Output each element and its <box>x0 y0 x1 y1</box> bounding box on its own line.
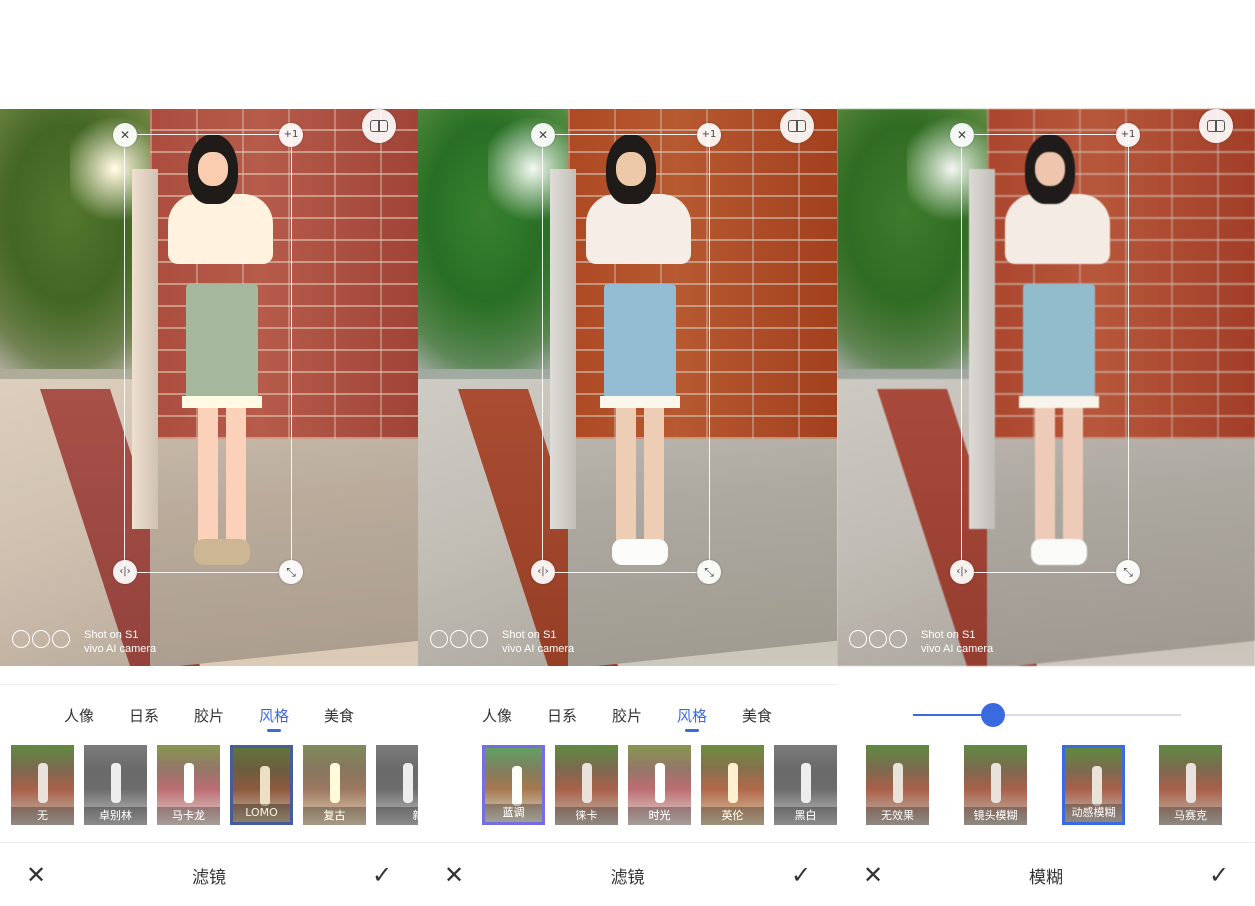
editor-panel-filter-1: ✕ +1 ‹|› ⤡ Shot on S1 vivo AI camera 人像 日… <box>0 0 418 906</box>
camera-lens-icon <box>849 630 915 652</box>
watermark-line2: vivo AI camera <box>921 643 994 655</box>
tab-film[interactable]: 胶片 <box>612 705 642 726</box>
confirm-button[interactable]: ✓ <box>368 861 396 889</box>
filter-label: LOMO <box>233 804 290 822</box>
add-layer-icon[interactable]: +1 <box>279 123 303 147</box>
sticker-frame[interactable]: ✕ +1 ‹|› ⤡ <box>531 123 721 584</box>
close-icon[interactable]: ✕ <box>950 123 974 147</box>
editor-panel-filter-2: ✕ +1 ‹|› ⤡ Shot on S1 vivo AI camera 人像 日… <box>418 0 837 906</box>
watermark-line2: vivo AI camera <box>502 643 575 655</box>
filter-thumbnails: 蓝调 徕卡 时光 英伦 黑白 <box>418 745 837 825</box>
filter-label: 无 <box>11 807 74 825</box>
add-layer-icon[interactable]: +1 <box>1116 123 1140 147</box>
filter-label: 新播 <box>376 807 418 825</box>
camera-lens-icon <box>12 630 78 652</box>
resize-icon[interactable]: ⤡ <box>697 560 721 584</box>
filter-thumb-bw[interactable]: 黑白 <box>774 745 837 825</box>
flip-icon[interactable]: ‹|› <box>113 560 137 584</box>
filter-thumb-leica[interactable]: 徕卡 <box>555 745 618 825</box>
compare-icon[interactable] <box>362 109 396 143</box>
filter-thumb-lomo[interactable]: LOMO <box>230 745 293 825</box>
filter-thumb-british[interactable]: 英伦 <box>701 745 764 825</box>
bottom-title: 滤镜 <box>610 868 645 888</box>
flip-icon[interactable]: ‹|› <box>950 560 974 584</box>
blur-thumb-lens[interactable]: 镜头模糊 <box>964 745 1027 825</box>
compare-icon[interactable] <box>780 109 814 143</box>
filter-label: 马卡龙 <box>157 807 220 825</box>
watermark-line2: vivo AI camera <box>84 643 157 655</box>
tab-food[interactable]: 美食 <box>324 705 354 726</box>
filter-label: 复古 <box>303 807 366 825</box>
filter-thumb-macaron[interactable]: 马卡龙 <box>157 745 220 825</box>
filter-category-tabs: 人像 日系 胶片 风格 美食 <box>0 705 418 732</box>
divider <box>0 684 418 685</box>
resize-icon[interactable]: ⤡ <box>1116 560 1140 584</box>
filter-thumbnails: 无 卓别林 马卡龙 LOMO 复古 新播 <box>0 745 418 825</box>
flip-icon[interactable]: ‹|› <box>531 560 555 584</box>
tab-portrait[interactable]: 人像 <box>482 705 512 726</box>
blur-label: 镜头模糊 <box>964 807 1027 825</box>
tab-food[interactable]: 美食 <box>742 705 772 726</box>
sticker-frame[interactable]: ✕ +1 ‹|› ⤡ <box>950 123 1140 584</box>
editor-panel-blur: ✕ +1 ‹|› ⤡ Shot on S1 vivo AI camera 无效果 … <box>837 0 1255 906</box>
filter-thumb-retro[interactable]: 复古 <box>303 745 366 825</box>
watermark-line1: Shot on S1 <box>502 629 557 641</box>
filter-thumb-blues[interactable]: 蓝调 <box>482 745 545 825</box>
divider <box>418 684 837 685</box>
blur-intensity-slider[interactable] <box>913 703 1181 727</box>
bottom-bar: ✕ 模糊 ✓ <box>837 842 1255 906</box>
tab-film[interactable]: 胶片 <box>194 705 224 726</box>
close-icon[interactable]: ✕ <box>531 123 555 147</box>
camera-lens-icon <box>430 630 496 652</box>
bottom-title: 模糊 <box>1029 868 1063 888</box>
filter-label: 卓别林 <box>84 807 147 825</box>
blur-thumbnails: 无效果 镜头模糊 动感模糊 马赛克 <box>837 745 1255 825</box>
blur-thumb-motion[interactable]: 动感模糊 <box>1062 745 1125 825</box>
add-layer-icon[interactable]: +1 <box>697 123 721 147</box>
confirm-button[interactable]: ✓ <box>787 861 815 889</box>
bottom-title: 滤镜 <box>192 868 226 888</box>
sticker-frame[interactable]: ✕ +1 ‹|› ⤡ <box>113 123 303 584</box>
compare-icon[interactable] <box>1199 109 1233 143</box>
filter-label: 英伦 <box>701 807 764 825</box>
tab-style[interactable]: 风格 <box>259 705 289 732</box>
filter-thumb-chaplin[interactable]: 卓别林 <box>84 745 147 825</box>
blur-label: 无效果 <box>866 807 929 825</box>
bottom-bar: ✕ 滤镜 ✓ <box>0 842 418 906</box>
filter-thumb-time[interactable]: 时光 <box>628 745 691 825</box>
tab-japanese[interactable]: 日系 <box>129 705 159 726</box>
confirm-button[interactable]: ✓ <box>1205 861 1233 889</box>
filter-label: 徕卡 <box>555 807 618 825</box>
slider-knob[interactable] <box>981 703 1006 727</box>
filter-label: 时光 <box>628 807 691 825</box>
filter-category-tabs: 人像 日系 胶片 风格 美食 <box>418 705 837 732</box>
close-icon[interactable]: ✕ <box>113 123 137 147</box>
blur-label: 动感模糊 <box>1065 804 1122 822</box>
bottom-bar: ✕ 滤镜 ✓ <box>418 842 837 906</box>
filter-thumb-newscast[interactable]: 新播 <box>376 745 418 825</box>
resize-icon[interactable]: ⤡ <box>279 560 303 584</box>
filter-thumb-none[interactable]: 无 <box>11 745 74 825</box>
tab-style[interactable]: 风格 <box>677 705 707 732</box>
blur-label: 马赛克 <box>1159 807 1222 825</box>
tab-japanese[interactable]: 日系 <box>547 705 577 726</box>
watermark-line1: Shot on S1 <box>921 629 976 641</box>
tab-portrait[interactable]: 人像 <box>64 705 94 726</box>
blur-thumb-none[interactable]: 无效果 <box>866 745 929 825</box>
watermark-line1: Shot on S1 <box>84 629 139 641</box>
blur-thumb-mosaic[interactable]: 马赛克 <box>1159 745 1222 825</box>
filter-label: 蓝调 <box>485 804 542 822</box>
filter-label: 黑白 <box>774 807 837 825</box>
